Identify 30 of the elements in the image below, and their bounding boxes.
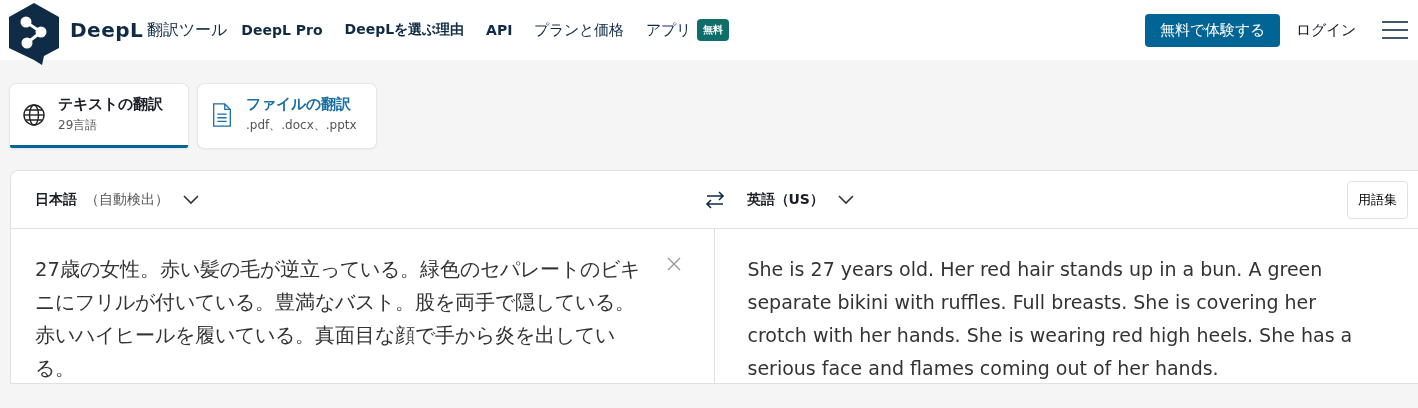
- swap-icon[interactable]: [704, 190, 725, 209]
- chevron-down-icon[interactable]: [183, 194, 199, 205]
- auto-detect-label: （自動検出）: [85, 190, 169, 209]
- product-name: 翻訳ツール: [147, 19, 228, 41]
- glossary-button[interactable]: 用語集: [1347, 180, 1408, 219]
- chevron-down-icon[interactable]: [837, 194, 854, 205]
- mode-title: ファイルの翻訳: [246, 95, 352, 114]
- menu-icon[interactable]: [1382, 21, 1408, 39]
- logo-icon[interactable]: [8, 2, 60, 66]
- target-language-select[interactable]: 英語（US）: [746, 190, 824, 209]
- login-link[interactable]: ログイン: [1296, 20, 1356, 40]
- brand-name[interactable]: DeepL: [70, 18, 144, 42]
- nav-link[interactable]: DeepLを選ぶ理由: [344, 21, 465, 39]
- free-badge: 無料: [697, 19, 730, 41]
- source-language-select[interactable]: 日本語: [35, 190, 77, 209]
- mode-tab[interactable]: ファイルの翻訳 .pdf、.docx、.pptx: [198, 84, 376, 148]
- mode-title: テキストの翻訳: [58, 95, 163, 114]
- document-icon: [210, 102, 234, 127]
- close-icon[interactable]: [667, 257, 681, 271]
- mode-subtitle: .pdf、.docx、.pptx: [246, 117, 357, 134]
- source-text-field[interactable]: 27歳の女性。赤い髪の毛が逆立っている。緑色のセパレートのビキニにフリルが付いている。豊満なバスト。股を両手で隠している。赤いハイヒールを履いている。真面目な顔で手から炎を出している。: [35, 253, 645, 383]
- nav-link[interactable]: API: [486, 22, 513, 38]
- nav-link[interactable]: DeepL Pro: [241, 22, 323, 38]
- mode-subtitle: 29言語: [58, 117, 99, 134]
- free-trial-button[interactable]: 無料で体験する: [1145, 13, 1280, 47]
- nav-link[interactable]: アプリ: [646, 20, 692, 40]
- mode-tab[interactable]: テキストの翻訳 29言語: [10, 84, 188, 148]
- translation-text: She is 27 years old. Her red hair stands up in a bun. A green separate bikini with ruffles. Full breasts. She is covering her crotch with her hands. She is wearing red high heels. She has a serious face and flames coming out of her hands.: [747, 257, 1354, 381]
- nav-link[interactable]: プランと価格: [534, 20, 625, 40]
- globe-icon: [22, 102, 46, 127]
